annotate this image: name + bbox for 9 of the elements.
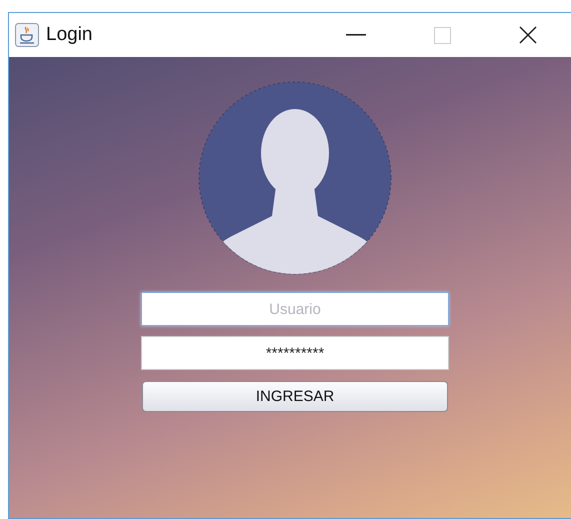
window-title: Login — [46, 24, 94, 46]
maximize-icon — [434, 26, 450, 44]
password-field[interactable]: ********** — [141, 336, 449, 370]
username-field[interactable]: Usuario — [141, 292, 449, 326]
user-avatar-icon — [198, 81, 392, 275]
coffee-cup-icon — [15, 23, 39, 47]
login-button[interactable]: INGRESAR — [142, 381, 448, 412]
close-icon — [518, 25, 538, 45]
minimize-icon — [346, 34, 366, 36]
